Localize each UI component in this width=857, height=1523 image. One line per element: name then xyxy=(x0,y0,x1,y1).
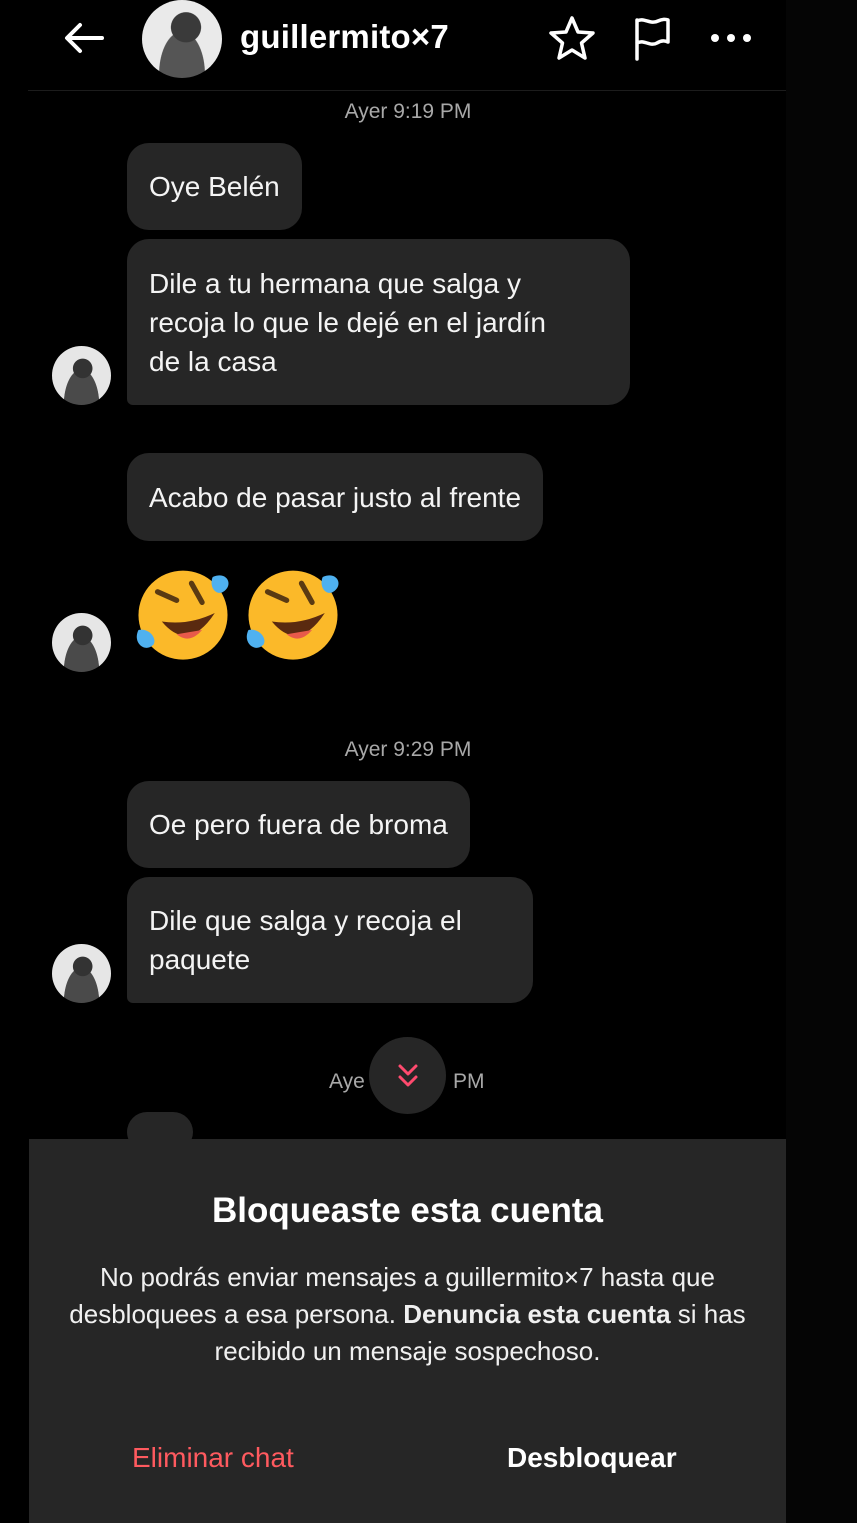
timestamp: Ayer 9:29 PM xyxy=(344,738,472,761)
chat-header: guillermito×7 xyxy=(0,0,786,92)
blocked-account-panel: Bloqueaste esta cuenta No podrás enviar … xyxy=(29,1139,786,1523)
flag-icon xyxy=(635,17,670,61)
username[interactable]: guillermito×7 xyxy=(240,18,449,56)
sender-avatar[interactable] xyxy=(52,613,111,672)
message-bubble[interactable]: Oe pero fuera de broma xyxy=(127,781,470,868)
arrow-left-icon xyxy=(65,23,104,53)
blocked-title: Bloqueaste esta cuenta xyxy=(212,1191,603,1230)
message-bubble[interactable]: Dile a tu hermana que salga y recoja lo … xyxy=(127,239,630,405)
message-bubble[interactable]: Oye Belén xyxy=(127,143,302,230)
more-icon xyxy=(711,34,751,42)
message-bubble[interactable]: Dile que salga y recoja el paquete xyxy=(127,877,533,1003)
more-options-button[interactable] xyxy=(705,12,757,64)
delete-chat-button[interactable]: Eliminar chat xyxy=(132,1442,294,1474)
blocked-description: No podrás enviar mensajes a guillermito×… xyxy=(59,1259,756,1370)
timestamp-partial: Aye xyxy=(329,1070,365,1093)
message-text: Oye Belén xyxy=(149,171,280,202)
message-bubble[interactable]: Acabo de pasar justo al frente xyxy=(127,453,544,541)
timestamp: Ayer 9:19 PM xyxy=(344,100,472,123)
report-account-link[interactable]: Denuncia esta cuenta xyxy=(403,1299,670,1329)
rolling-laughing-emoji-icon xyxy=(246,570,339,660)
sender-avatar[interactable] xyxy=(52,944,111,1003)
scroll-to-bottom-button[interactable] xyxy=(369,1037,446,1114)
message-text: recoja lo que le dejé en el jardín xyxy=(149,306,546,338)
sender-avatar[interactable] xyxy=(52,346,111,405)
report-button[interactable] xyxy=(626,12,678,64)
rolling-laughing-emoji-icon xyxy=(136,570,229,660)
timestamp-partial: PM xyxy=(453,1070,485,1093)
message-text: de la casa xyxy=(149,345,277,377)
message-text: Oe pero fuera de broma xyxy=(149,809,448,840)
message-text: Dile a tu hermana que salga y xyxy=(149,267,521,299)
profile-avatar[interactable] xyxy=(142,0,222,78)
unblock-button[interactable]: Desbloquear xyxy=(507,1442,677,1474)
chat-screen: guillermito×7 Ayer 9:19 PM Oye Belén Dil… xyxy=(0,0,857,1523)
star-icon xyxy=(549,16,595,60)
double-chevron-down-icon xyxy=(398,1064,417,1086)
emoji-message[interactable] xyxy=(130,560,346,666)
message-text: paquete xyxy=(149,944,251,975)
favorite-button[interactable] xyxy=(546,12,598,64)
message-text: Acabo de pasar justo al frente xyxy=(149,481,522,513)
back-button[interactable] xyxy=(60,16,108,60)
header-divider xyxy=(28,90,786,91)
message-text: Dile que salga y recoja el xyxy=(149,905,462,936)
